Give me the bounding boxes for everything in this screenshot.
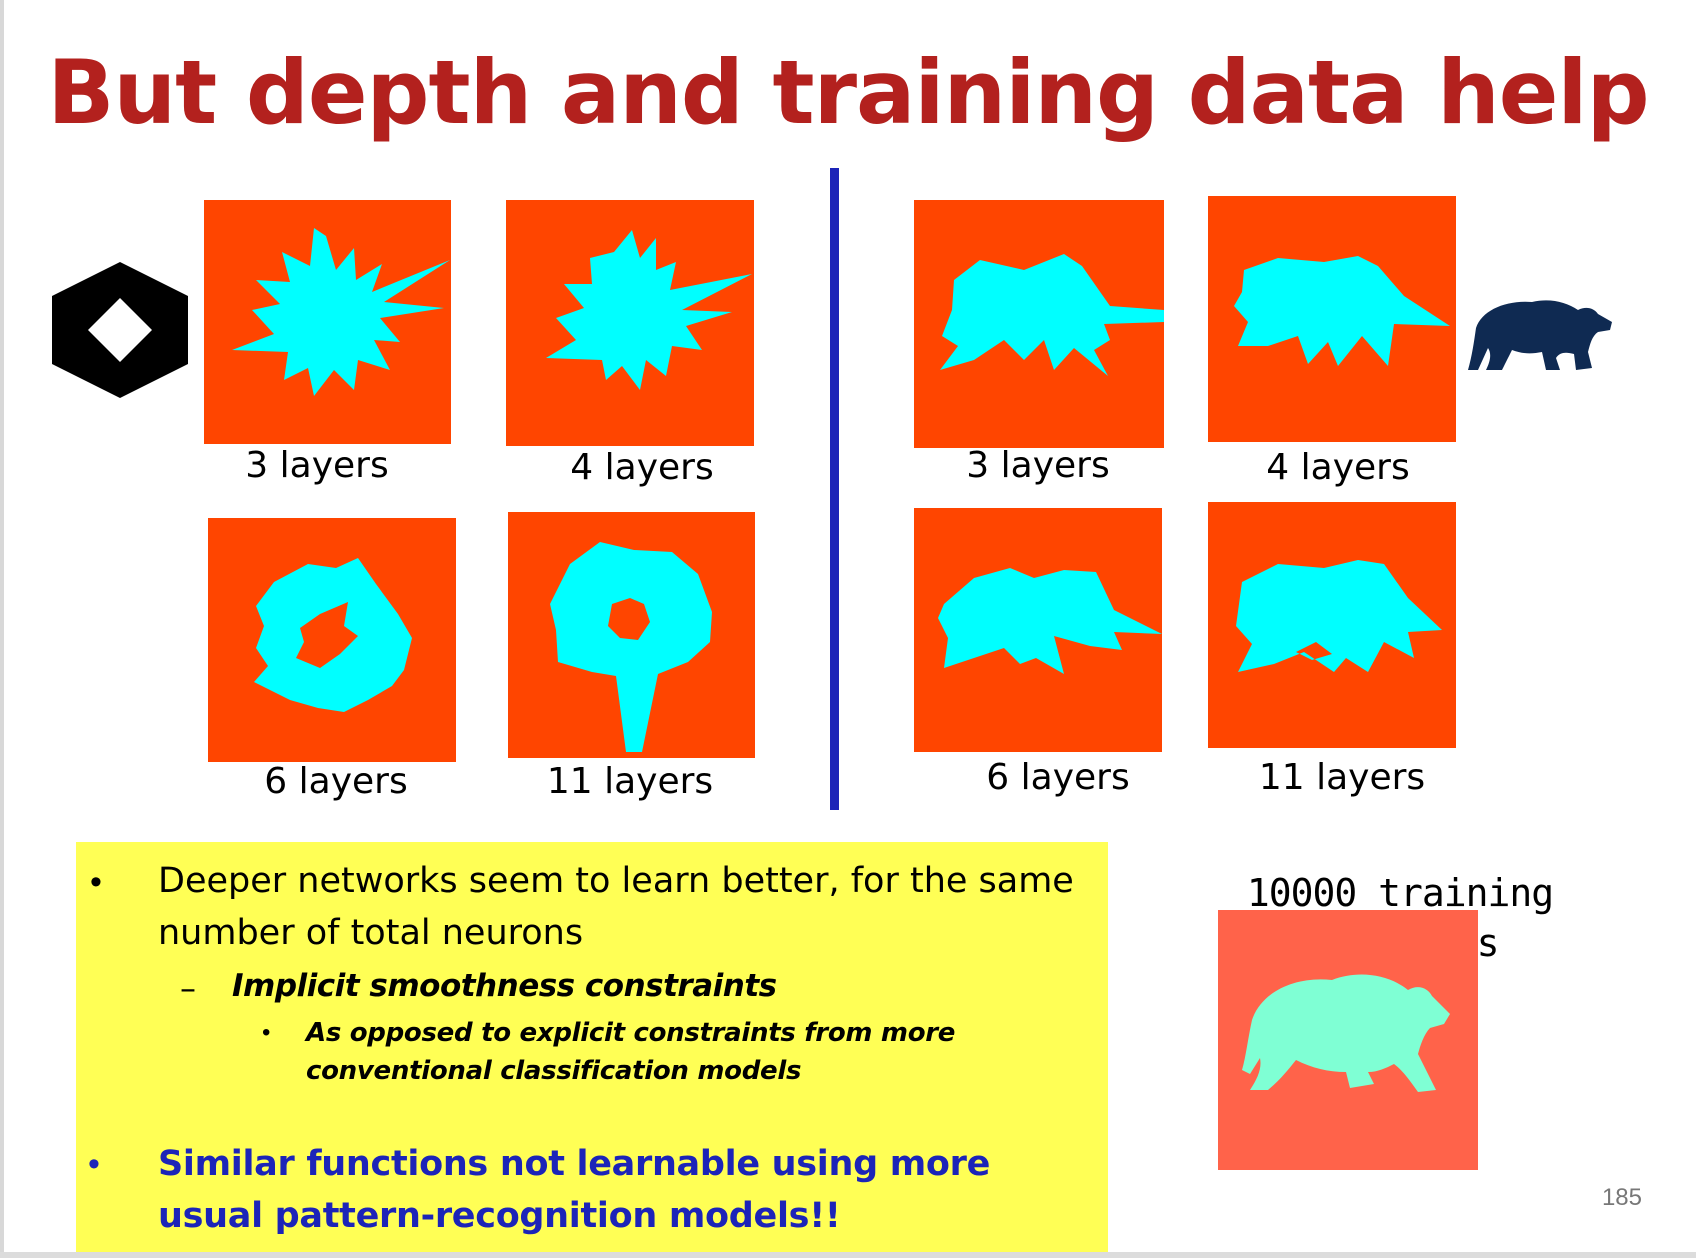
- sub-bullet-implicit-smoothness: Implicit smoothness constraints: [232, 968, 777, 1004]
- bear-approximation-shape: [940, 254, 1164, 376]
- bullet-deeper-networks: Deeper networks seem to learn better, fo…: [158, 861, 1074, 953]
- bullet-dot-blue: •: [88, 1145, 100, 1183]
- bottom-edge-rule: [0, 1252, 1696, 1258]
- right-caption-3-layers: 3 layers: [966, 445, 1110, 486]
- bullet-dot: •: [90, 863, 102, 901]
- left-edge-rule: [0, 0, 4, 1258]
- sub-sub-bullet-dot: •: [262, 1019, 271, 1046]
- page-number: 185: [1601, 1184, 1642, 1211]
- left-caption-11-layers: 11 layers: [546, 761, 714, 802]
- sub-sub-bullet-explicit-constraints: As opposed to explicit constraints from …: [306, 1018, 956, 1086]
- panel-divider: [830, 168, 839, 810]
- right-tile-6-layers: [914, 508, 1162, 752]
- left-caption-6-layers: 6 layers: [264, 761, 408, 802]
- starburst-shape: [232, 228, 450, 396]
- bear-approximation-shape: [1236, 560, 1442, 672]
- sub-bullet-dash: –: [180, 969, 196, 1007]
- right-caption-4-layers: 4 layers: [1266, 447, 1410, 488]
- left-caption-4-layers: 4 layers: [570, 447, 714, 488]
- bear-icon: [1466, 288, 1614, 376]
- bullet-similar-functions: Similar functions not learnable using mo…: [158, 1144, 991, 1236]
- left-tile-6-layers: [208, 518, 456, 762]
- right-tile-11-layers: [1208, 502, 1456, 748]
- slide: But depth and training data help 3 layer…: [0, 0, 1696, 1258]
- bear-approximation-shape: [1234, 256, 1450, 366]
- hexagon-with-diamond-hole-icon: [50, 260, 190, 400]
- left-tile-4-layers: [506, 200, 754, 446]
- right-tile-4-layers: [1208, 196, 1456, 442]
- ring-shape: [550, 542, 712, 752]
- ring-shape: [254, 558, 412, 712]
- starburst-shape: [546, 230, 752, 390]
- left-tile-11-layers: [508, 512, 755, 758]
- slide-title: But depth and training data help: [47, 41, 1649, 144]
- right-caption-6-layers: 6 layers: [986, 757, 1130, 798]
- training-data-tile: [1218, 910, 1478, 1170]
- right-caption-11-layers: 11 layers: [1258, 757, 1426, 798]
- left-caption-3-layers: 3 layers: [245, 445, 389, 486]
- right-tile-3-layers: [914, 200, 1164, 448]
- bear-training-shape: [1242, 974, 1450, 1092]
- bear-approximation-shape: [938, 568, 1162, 674]
- left-tile-3-layers: [204, 200, 451, 444]
